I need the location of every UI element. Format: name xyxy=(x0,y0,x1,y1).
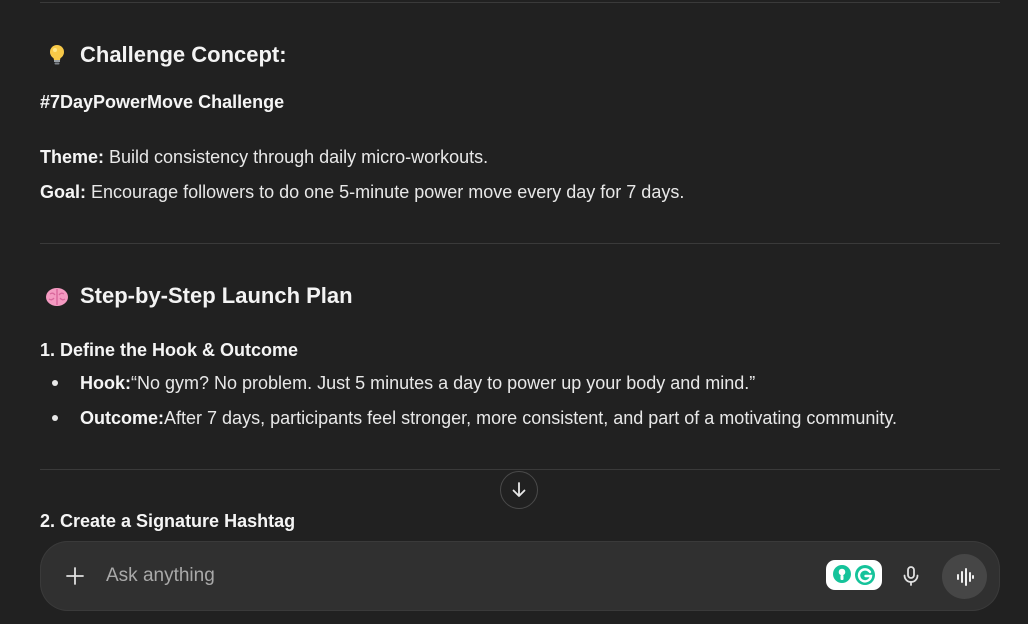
voice-mode-button[interactable] xyxy=(942,554,987,599)
divider-bottom xyxy=(40,469,1000,470)
challenge-name: #7DayPowerMove Challenge xyxy=(40,92,285,112)
bullet-dot xyxy=(52,415,58,421)
bullet-dot xyxy=(52,380,58,386)
theme-line: Theme: Build consistency through daily m… xyxy=(40,145,488,169)
bullet-label: Outcome: xyxy=(80,408,165,428)
ask-anything-input[interactable] xyxy=(106,563,706,589)
message-composer xyxy=(40,541,1000,611)
section-heading-text: Challenge Concept: xyxy=(80,42,287,67)
dictate-button[interactable] xyxy=(898,563,924,589)
scroll-to-bottom-button[interactable] xyxy=(500,471,538,509)
bullet-text: “No gym? No problem. Just 5 minutes a da… xyxy=(131,373,756,393)
list-item: Hook: “No gym? No problem. Just 5 minute… xyxy=(40,371,755,395)
microphone-icon xyxy=(903,566,919,586)
list-item: Outcome: After 7 days, participants feel… xyxy=(40,406,897,430)
divider-middle xyxy=(40,243,1000,244)
light-bulb-icon xyxy=(44,42,70,68)
goal-line: Goal: Encourage followers to do one 5-mi… xyxy=(40,180,684,204)
plus-icon xyxy=(66,567,84,585)
chat-page: Challenge Concept: #7DayPowerMove Challe… xyxy=(0,0,1028,624)
arrow-down-icon xyxy=(512,482,526,497)
goal-text: Encourage followers to do one 5-minute p… xyxy=(86,182,685,202)
challenge-concept-heading: Challenge Concept: xyxy=(40,42,287,68)
grammarly-button[interactable] xyxy=(826,560,882,590)
step-1-title: 1. Define the Hook & Outcome xyxy=(40,340,299,360)
bullet-text: After 7 days, participants feel stronger… xyxy=(164,408,898,428)
section-heading-text: Step-by-Step Launch Plan xyxy=(80,283,353,308)
goal-label: Goal: xyxy=(40,182,87,202)
waveform-icon xyxy=(956,567,974,586)
bullet-label: Hook: xyxy=(80,373,131,393)
theme-text: Build consistency through daily micro-wo… xyxy=(104,147,489,167)
divider-top xyxy=(40,2,1000,3)
grammarly-icon xyxy=(833,565,875,585)
theme-label: Theme: xyxy=(40,147,105,167)
add-attachment-button[interactable] xyxy=(62,563,88,589)
brain-icon xyxy=(44,283,70,309)
launch-plan-heading: Step-by-Step Launch Plan xyxy=(40,283,353,309)
step-2-title: 2. Create a Signature Hashtag xyxy=(40,511,296,531)
